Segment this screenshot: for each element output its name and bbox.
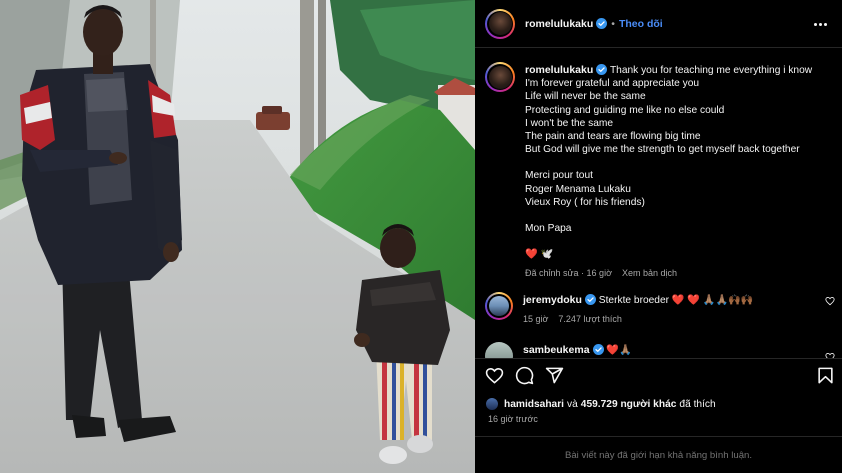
comment-text: ❤️🙏🏽 <box>606 345 632 356</box>
see-translation-link[interactable]: Xem bản dịch <box>622 267 677 280</box>
verified-badge-icon <box>596 18 608 29</box>
comment-time: 15 giờ <box>523 314 549 324</box>
likes-summary: hamidsahari và 459.729 người khác đã thí… <box>485 397 716 411</box>
liker-avatar[interactable] <box>485 397 499 411</box>
actions-divider <box>475 358 842 359</box>
first-liker-username[interactable]: hamidsahari <box>504 399 564 410</box>
author-avatar[interactable] <box>485 8 515 39</box>
caption-text-line: Mon Papa <box>525 223 572 235</box>
post-details-panel: romelulukaku • Theo dõi romelulukaku Tha… <box>475 0 842 473</box>
comment-icon[interactable] <box>515 366 534 385</box>
more-options-icon[interactable] <box>814 17 828 31</box>
caption-text-line: Roger Menama Lukaku <box>525 183 631 195</box>
comments-limited-notice: Bài viết này đã giới hạn khả năng bình l… <box>475 436 842 473</box>
caption-text-line: I'm forever grateful and appreciate you <box>525 78 700 90</box>
post-caption: romelulukaku Thank you for teaching me e… <box>485 62 835 281</box>
author-username[interactable]: romelulukaku <box>525 18 593 30</box>
caption-text-line: The pain and tears are flowing big time <box>525 131 701 143</box>
verified-badge-icon <box>584 294 596 305</box>
caption-text-line: But God will give me the strength to get… <box>525 144 800 156</box>
photo-illustration <box>0 0 475 473</box>
likes-suffix: đã thích <box>679 398 716 410</box>
caption-edited-time: Đã chỉnh sửa · 16 giờ <box>525 268 612 279</box>
caption-username[interactable]: romelulukaku <box>525 64 593 76</box>
post-photo[interactable] <box>0 0 475 473</box>
post-action-bar <box>485 366 835 388</box>
commenter-avatar[interactable] <box>485 342 513 358</box>
caption-text-line: I won't be the same <box>525 117 614 129</box>
caption-text-line: Life will never be the same <box>525 91 646 103</box>
commenter-username[interactable]: jeremydoku <box>523 294 582 306</box>
caption-emoji-line: ❤️ 🕊️ <box>525 249 554 261</box>
post-timestamp[interactable]: 16 giờ trước <box>488 414 538 424</box>
comment-likes-count[interactable]: 7.247 lượt thích <box>558 314 621 324</box>
dot-separator: • <box>611 17 615 30</box>
comment-item: jeremydoku Sterkte broeder ❤️ ❤️ 🙏🏽🙏🏽🙌🏾🙌… <box>485 292 835 324</box>
likes-connector: và <box>567 398 578 410</box>
follow-button[interactable]: Theo dõi <box>619 18 663 30</box>
comment-like-heart-icon[interactable] <box>825 296 835 306</box>
post-header: romelulukaku • Theo dõi <box>475 0 842 48</box>
heart-icon[interactable] <box>485 366 504 385</box>
caption-text-line: Merci pour tout <box>525 170 593 182</box>
caption-text-line: Protecting and guiding me like no else c… <box>525 104 725 116</box>
bookmark-icon[interactable] <box>816 366 835 385</box>
comment-text: Sterkte broeder ❤️ ❤️ 🙏🏽🙏🏽🙌🏾🙌🏾 <box>598 295 754 306</box>
caption-text-line: Vieux Roy ( for his friends) <box>525 196 645 208</box>
caption-text-line: Thank you for teaching me everything i k… <box>609 65 813 76</box>
verified-badge-icon <box>596 64 608 75</box>
likes-others-count[interactable]: 459.729 người khác <box>581 399 677 410</box>
caption-avatar[interactable] <box>485 62 515 92</box>
commenter-avatar[interactable] <box>485 292 513 320</box>
share-icon[interactable] <box>545 366 564 385</box>
comment-item: sambeukema ❤️🙏🏽 <box>485 342 835 358</box>
verified-badge-icon <box>592 344 604 355</box>
commenter-username[interactable]: sambeukema <box>523 344 590 356</box>
